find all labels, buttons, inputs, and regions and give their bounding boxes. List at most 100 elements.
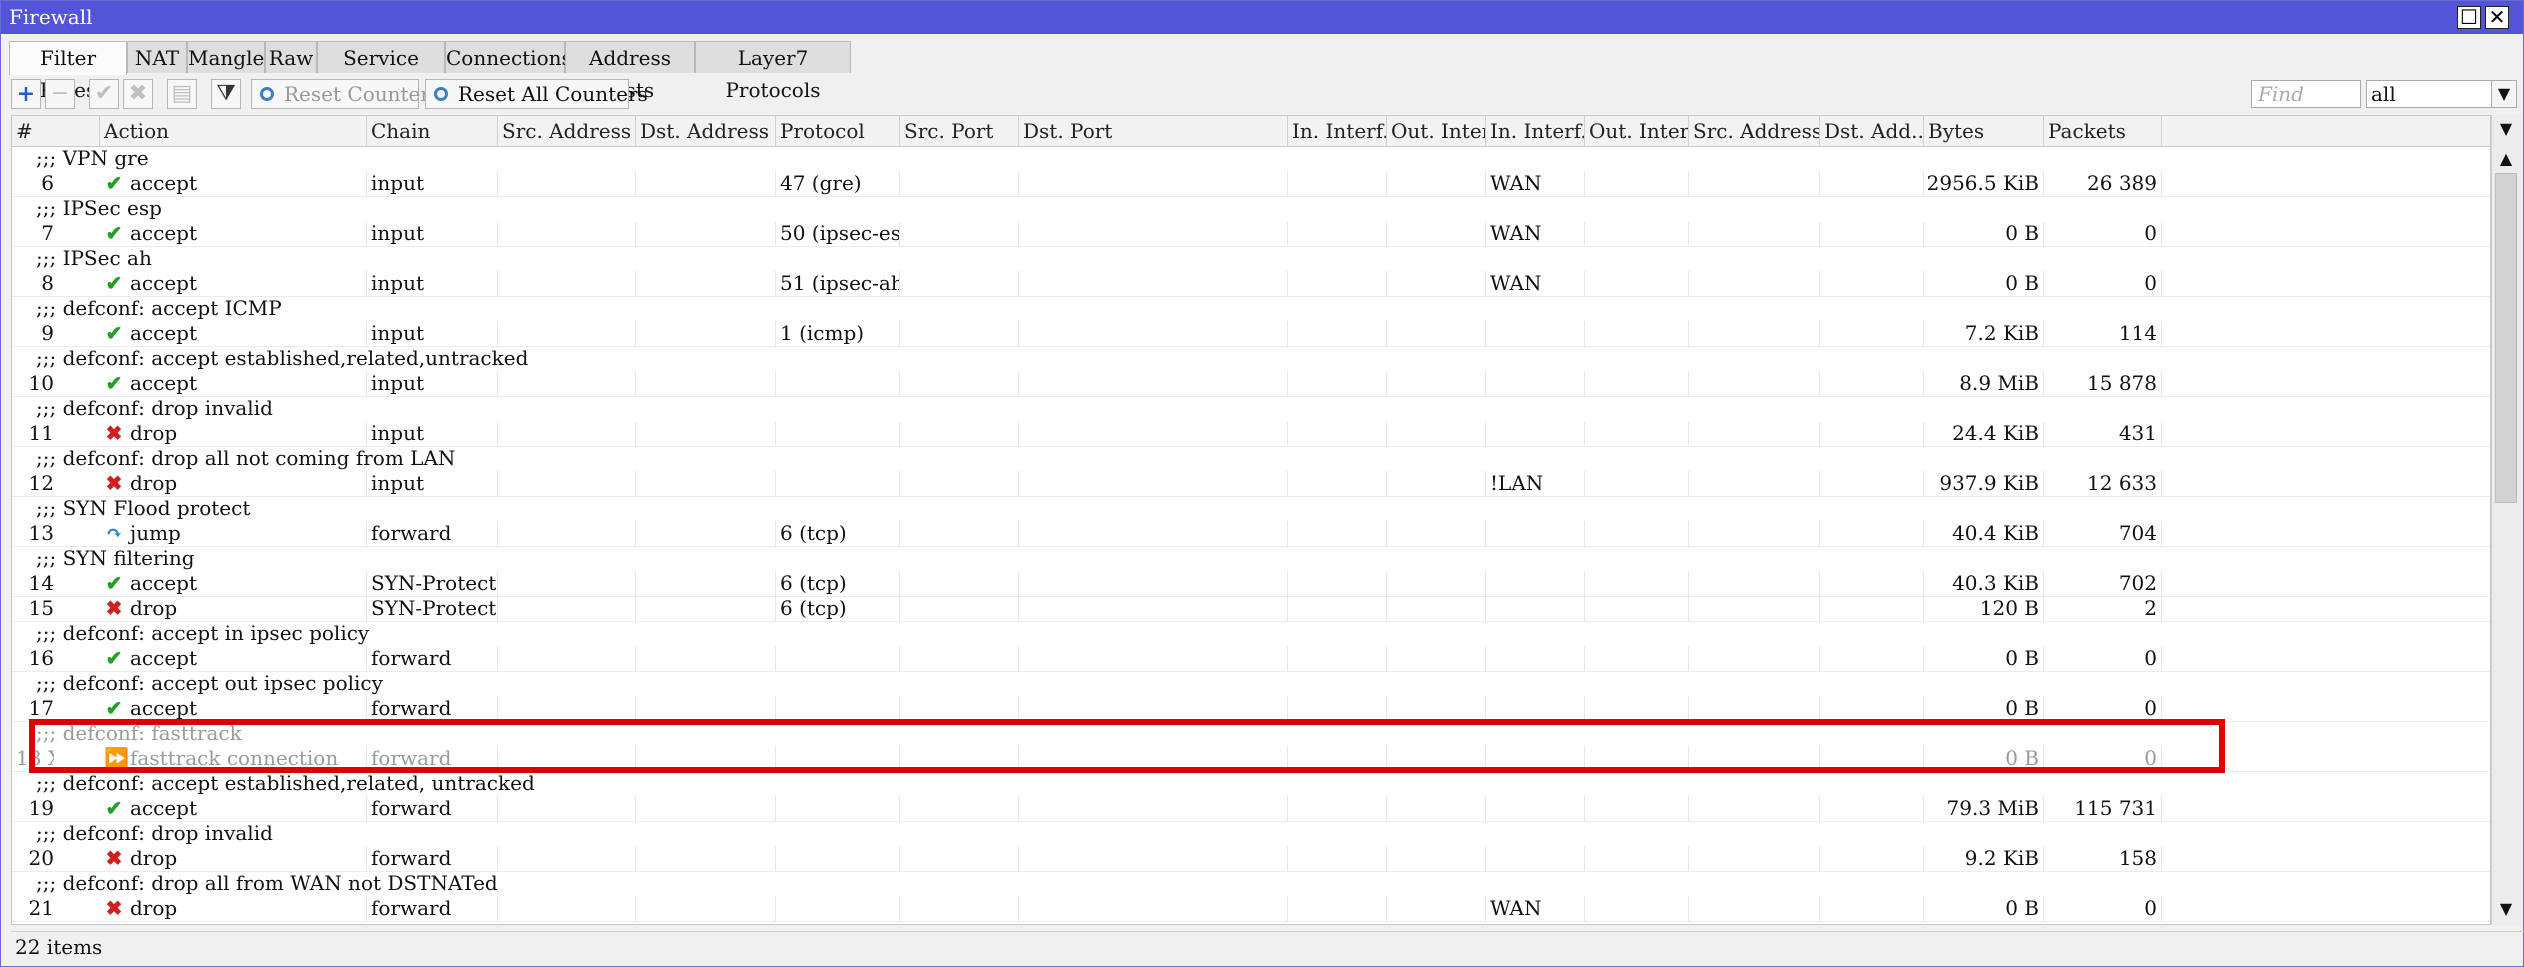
- scroll-thumb[interactable]: [2495, 173, 2517, 503]
- column-header-chain[interactable]: Chain: [367, 116, 498, 146]
- rule-row[interactable]: 7 ✔ accept input 50 (ipsec-esp) WAN 0 B0: [12, 221, 2490, 247]
- rule-row[interactable]: 20 ✖ drop forward 9.2 KiB 158: [12, 846, 2490, 872]
- comment-row[interactable]: ;;; defconf: accept ICMP: [12, 296, 2490, 321]
- close-button[interactable]: ✕: [2485, 6, 2509, 29]
- column-header-src-address[interactable]: Src. Address: [498, 116, 636, 146]
- rule-row[interactable]: 17 ✔ accept forward 0 B0: [12, 696, 2490, 722]
- column-header-num[interactable]: #: [12, 116, 100, 146]
- comment-row[interactable]: ;;; IPSec esp: [12, 196, 2490, 221]
- tab-filter-rules[interactable]: Filter Rules: [9, 41, 127, 102]
- rule-row[interactable]: 18 X⏩fasttrack connectionforward0 B0: [12, 746, 2490, 772]
- enable-icon[interactable]: ✔: [89, 79, 119, 109]
- rule-row[interactable]: 15 ✖ drop SYN-Protect 6 (tcp) 120 B2: [12, 596, 2490, 622]
- column-header-dst-port[interactable]: Dst. Port: [1019, 116, 1288, 146]
- rule-row[interactable]: 11 ✖ drop input 24.4 KiB 431: [12, 421, 2490, 447]
- comment-row[interactable]: ;;; SYN filtering: [12, 546, 2490, 571]
- cell-dst-address: [636, 796, 776, 821]
- column-header-packets[interactable]: Packets: [2044, 116, 2162, 146]
- cell-in-interface: [1288, 846, 1387, 871]
- cell-action: ✔ accept: [100, 271, 367, 296]
- cell-num: 9: [41, 321, 54, 345]
- tab-address-lists[interactable]: Address Lists: [565, 41, 695, 102]
- tab-service-ports[interactable]: Service Ports: [317, 41, 445, 102]
- comment-row[interactable]: ;;; defconf: drop invalid: [12, 396, 2490, 421]
- comment-row[interactable]: ;;; defconf: fasttrack: [12, 721, 2490, 746]
- vertical-scrollbar[interactable]: ▼ ▲ ▼: [2491, 115, 2521, 925]
- filter-select[interactable]: all: [2366, 80, 2496, 108]
- comment-icon[interactable]: ▤: [167, 79, 197, 109]
- select-dropdown-icon[interactable]: ▼: [2491, 80, 2517, 108]
- cell-out-interface: [1387, 571, 1486, 596]
- cell-in-interface-list: [1486, 321, 1585, 346]
- reset-all-counters-button[interactable]: Reset All Counters: [425, 79, 648, 109]
- rule-row[interactable]: 14 ✔ accept SYN-Protect 6 (tcp) 40.3 KiB 702: [12, 571, 2490, 597]
- cell-dst-address-list: [1820, 896, 1924, 921]
- column-header-action[interactable]: Action: [100, 116, 367, 146]
- rule-comment: ;;; defconf: accept established,related,…: [36, 771, 535, 795]
- cell-bytes: 0 B: [1924, 746, 2044, 771]
- cell-dst-address: [636, 846, 776, 871]
- column-header-protocol[interactable]: Protocol: [776, 116, 900, 146]
- rule-row[interactable]: 9 ✔ accept input 1 (icmp) 7.2 KiB 114: [12, 321, 2490, 347]
- cell-bytes: 120 B: [1924, 596, 2044, 621]
- cell-src-address: [498, 271, 636, 296]
- title-bar[interactable]: Firewall ☐ ✕: [1, 1, 2523, 34]
- rules-table: # Action Chain Src. Address Dst. Address Prot…: [11, 115, 2491, 925]
- cell-dst-address: [636, 896, 776, 921]
- comment-row[interactable]: ;;; defconf: accept in ipsec policy: [12, 621, 2490, 646]
- tab-raw[interactable]: Raw: [265, 41, 317, 73]
- filter-icon[interactable]: ⧩: [211, 79, 241, 109]
- rule-row[interactable]: 10 ✔ accept input 8.9 MiB 15 878: [12, 371, 2490, 397]
- cell-in-interface: [1288, 271, 1387, 296]
- rule-row[interactable]: 6 ✔ accept input 47 (gre) WAN 2956.5 KiB 26 389: [12, 171, 2490, 197]
- column-header-src-port[interactable]: Src. Port: [900, 116, 1019, 146]
- comment-row[interactable]: ;;; defconf: drop invalid: [12, 821, 2490, 846]
- tab-layer7-protocols[interactable]: Layer7 Protocols: [695, 41, 851, 102]
- column-header-dst-address[interactable]: Dst. Address: [636, 116, 776, 146]
- comment-row[interactable]: ;;; VPN gre: [12, 146, 2490, 171]
- cell-in-interface: [1288, 896, 1387, 921]
- comment-row[interactable]: ;;; defconf: drop all from WAN not DSTNA…: [12, 871, 2490, 896]
- rule-row[interactable]: 8 ✔ accept input 51 (ipsec-ah) WAN 0 B0: [12, 271, 2490, 297]
- column-header-in-interface-list[interactable]: In. Interf...: [1486, 116, 1585, 146]
- rule-row[interactable]: 12 ✖ drop input !LAN 937.9 KiB 12 633: [12, 471, 2490, 497]
- comment-row[interactable]: ;;; defconf: accept out ipsec policy: [12, 671, 2490, 696]
- cell-packets: 26 389: [2044, 171, 2162, 196]
- column-header-src-address-list[interactable]: Src. Address ...: [1689, 116, 1820, 146]
- remove-icon[interactable]: −: [45, 79, 75, 109]
- reset-counters-button[interactable]: Reset Counters: [251, 79, 440, 109]
- columns-menu-icon[interactable]: ▼: [2496, 119, 2516, 139]
- comment-row[interactable]: ;;; defconf: drop all not coming from LA…: [12, 446, 2490, 471]
- cell-dst-port: [1019, 646, 1288, 671]
- rule-row[interactable]: 13 ↷ jump forward 6 (tcp) 40.4 KiB 704: [12, 521, 2490, 547]
- tab-mangle[interactable]: Mangle: [187, 41, 265, 73]
- find-input[interactable]: Find: [2251, 80, 2361, 108]
- disable-icon[interactable]: ✖: [123, 79, 153, 109]
- column-header-out-interface[interactable]: Out. Inter...: [1387, 116, 1486, 146]
- maximize-button[interactable]: ☐: [2457, 6, 2481, 29]
- cell-packets: 0: [2044, 896, 2162, 921]
- accept-icon: ✔: [105, 371, 123, 395]
- scroll-down-icon[interactable]: ▼: [2496, 899, 2516, 919]
- rule-row[interactable]: 19 ✔ accept forward 79.3 MiB 115 731: [12, 796, 2490, 822]
- column-header-bytes[interactable]: Bytes: [1924, 116, 2044, 146]
- cell-num: 6: [41, 171, 54, 195]
- comment-row[interactable]: ;;; IPSec ah: [12, 246, 2490, 271]
- comment-row[interactable]: ;;; defconf: accept established,related,…: [12, 346, 2490, 371]
- rule-row[interactable]: 16 ✔ accept forward 0 B0: [12, 646, 2490, 672]
- column-header-in-interface[interactable]: In. Interf...: [1288, 116, 1387, 146]
- comment-row[interactable]: ;;; defconf: accept established,related,…: [12, 771, 2490, 796]
- tab-nat[interactable]: NAT: [127, 41, 187, 73]
- column-header-dst-address-list[interactable]: Dst. Add...: [1820, 116, 1924, 146]
- comment-row[interactable]: ;;; SYN Flood protect: [12, 496, 2490, 521]
- scroll-up-icon[interactable]: ▲: [2496, 149, 2516, 169]
- cell-src-address: [498, 696, 636, 721]
- column-header-out-interface-list[interactable]: Out. Inter...: [1585, 116, 1689, 146]
- table-header: # Action Chain Src. Address Dst. Address Prot…: [12, 116, 2490, 147]
- add-icon[interactable]: +: [11, 79, 41, 109]
- cell-num: 20: [28, 846, 54, 870]
- cell-src-port: [900, 596, 1019, 621]
- tab-connections[interactable]: Connections: [445, 41, 572, 73]
- rule-row[interactable]: 21 ✖ drop forward WAN 0 B0: [12, 896, 2490, 922]
- reset-icon: [260, 87, 274, 101]
